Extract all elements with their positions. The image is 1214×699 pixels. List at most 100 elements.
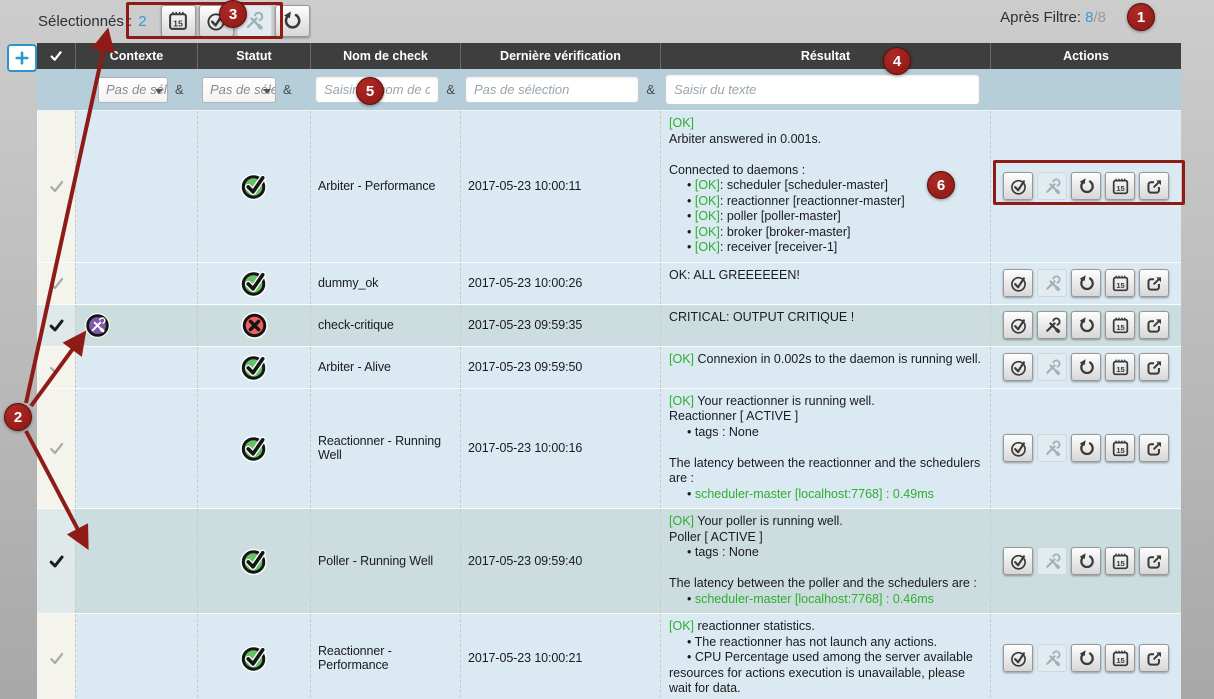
- column-header-nom-de-check[interactable]: Nom de check: [310, 43, 460, 69]
- result-line: • tags : None: [669, 425, 982, 441]
- row-action-undo-button[interactable]: [1071, 353, 1101, 381]
- column-header-actions[interactable]: Actions: [990, 43, 1181, 69]
- svg-text:15: 15: [1116, 559, 1124, 568]
- row-action-calendar-15-button[interactable]: 15: [1105, 269, 1135, 297]
- row-action-export-button[interactable]: [1139, 269, 1169, 297]
- filter-cell: &: [460, 69, 660, 110]
- column-header-derni-re-v-rification[interactable]: Dernière vérification: [460, 43, 660, 69]
- row-action-calendar-15-button[interactable]: 15: [1105, 547, 1135, 575]
- row-action-acknowledge-button[interactable]: [1003, 269, 1033, 297]
- row-select-check[interactable]: [37, 347, 75, 388]
- column-header-statut[interactable]: Statut: [197, 43, 310, 69]
- row-action-undo-button[interactable]: [1071, 269, 1101, 297]
- row-action-calendar-15-button[interactable]: 15: [1105, 644, 1135, 672]
- calendar-15-icon: 15: [1111, 358, 1130, 377]
- tools-icon: [1043, 649, 1062, 668]
- result-line: [OK]: [669, 116, 982, 132]
- toolbar-undo-button[interactable]: [275, 5, 310, 37]
- after-filter-counter: Après Filtre: 8/8: [1000, 9, 1106, 26]
- row-action-undo-button[interactable]: [1071, 547, 1101, 575]
- check-icon: [49, 49, 63, 63]
- row-action-export-button[interactable]: [1139, 644, 1169, 672]
- after-filter-total: /8: [1093, 9, 1106, 26]
- result-line: [OK] reactionner statistics.: [669, 619, 982, 635]
- export-icon: [1145, 649, 1164, 668]
- calendar-15-icon: 15: [1111, 439, 1130, 458]
- row-action-export-button[interactable]: [1139, 311, 1169, 339]
- resultat-filter-input[interactable]: [665, 74, 980, 105]
- export-icon: [1145, 358, 1164, 377]
- row-action-tools-button[interactable]: [1037, 311, 1067, 339]
- toolbar-calendar-15-button[interactable]: 15: [161, 5, 196, 37]
- statut-cell: [197, 614, 310, 699]
- row-select-check[interactable]: [37, 263, 75, 304]
- status-ok-icon: [240, 434, 269, 463]
- row-action-acknowledge-button[interactable]: [1003, 172, 1033, 200]
- header-select-all[interactable]: [37, 43, 75, 69]
- column-header-contexte[interactable]: Contexte: [75, 43, 197, 69]
- export-icon: [1145, 552, 1164, 571]
- row-action-acknowledge-button[interactable]: [1003, 311, 1033, 339]
- check-icon: [48, 650, 65, 667]
- derniere-verification-filter-input[interactable]: [465, 76, 639, 103]
- row-action-calendar-15-button[interactable]: 15: [1105, 434, 1135, 462]
- result-cell: [OK] Connexion in 0.002s to the daemon i…: [660, 347, 990, 388]
- export-icon: [1145, 316, 1164, 335]
- row-action-export-button[interactable]: [1139, 547, 1169, 575]
- row-action-undo-button[interactable]: [1071, 434, 1101, 462]
- row-action-export-button[interactable]: [1139, 172, 1169, 200]
- svg-text:15: 15: [1116, 656, 1124, 665]
- checks-table: ContexteStatutNom de checkDernière vérif…: [37, 43, 1181, 699]
- row-action-undo-button[interactable]: [1071, 644, 1101, 672]
- row-action-export-button[interactable]: [1139, 353, 1169, 381]
- row-action-acknowledge-button[interactable]: [1003, 434, 1033, 462]
- tools-icon: [1043, 439, 1062, 458]
- result-cell: OK: ALL GREEEEEEN!: [660, 263, 990, 304]
- row-action-calendar-15-button[interactable]: 15: [1105, 353, 1135, 381]
- result-line: [669, 147, 982, 163]
- status-ok-icon: [240, 644, 269, 673]
- acknowledge-icon: [1009, 439, 1028, 458]
- table-body: Arbiter - Performance2017-05-23 10:00:11…: [37, 111, 1181, 699]
- row-action-acknowledge-button[interactable]: [1003, 644, 1033, 672]
- check-results-page: Sélectionnés : 2 15 Après Filtre: 8/8 Co…: [0, 0, 1214, 699]
- table-row: dummy_ok2017-05-23 10:00:26OK: ALL GREEE…: [37, 263, 1181, 305]
- row-action-undo-button[interactable]: [1071, 311, 1101, 339]
- check-icon: [48, 317, 65, 334]
- row-select-check[interactable]: [37, 509, 75, 613]
- toolbar-tools-button: [237, 5, 272, 37]
- toolbar-acknowledge-button[interactable]: [199, 5, 234, 37]
- calendar-15-icon: 15: [1111, 316, 1130, 335]
- last-check-time: 2017-05-23 09:59:50: [460, 347, 660, 388]
- chevron-down-icon: [155, 89, 163, 94]
- check-icon: [48, 440, 65, 457]
- result-line: Arbiter answered in 0.001s.: [669, 132, 982, 148]
- row-action-calendar-15-button[interactable]: 15: [1105, 311, 1135, 339]
- acknowledge-icon: [1009, 177, 1028, 196]
- plus-icon: [14, 50, 30, 66]
- result-cell: [OK]Arbiter answered in 0.001s. Connecte…: [660, 111, 990, 262]
- statut-filter-select[interactable]: Pas de sélection: [202, 77, 276, 103]
- row-action-export-button[interactable]: [1139, 434, 1169, 462]
- row-action-calendar-15-button[interactable]: 15: [1105, 172, 1135, 200]
- add-panel-button[interactable]: [7, 44, 37, 72]
- row-select-check[interactable]: [37, 389, 75, 509]
- result-line: [669, 561, 982, 577]
- after-filter-label: Après Filtre:: [1000, 9, 1081, 26]
- nom-de-check-filter-input[interactable]: [315, 76, 439, 103]
- row-select-check[interactable]: [37, 305, 75, 346]
- undo-icon: [1077, 552, 1096, 571]
- tools-icon: [1043, 358, 1062, 377]
- row-select-check[interactable]: [37, 111, 75, 262]
- column-header-r-sultat[interactable]: Résultat: [660, 43, 990, 69]
- tools-icon: [243, 10, 265, 32]
- row-action-acknowledge-button[interactable]: [1003, 547, 1033, 575]
- row-select-check[interactable]: [37, 614, 75, 699]
- export-icon: [1145, 177, 1164, 196]
- filter-joiner: &: [283, 82, 292, 97]
- row-action-undo-button[interactable]: [1071, 172, 1101, 200]
- status-ok-icon: [240, 172, 269, 201]
- row-action-acknowledge-button[interactable]: [1003, 353, 1033, 381]
- actions-cell: 15: [990, 389, 1181, 509]
- contexte-filter-select[interactable]: Pas de sélection: [98, 77, 168, 103]
